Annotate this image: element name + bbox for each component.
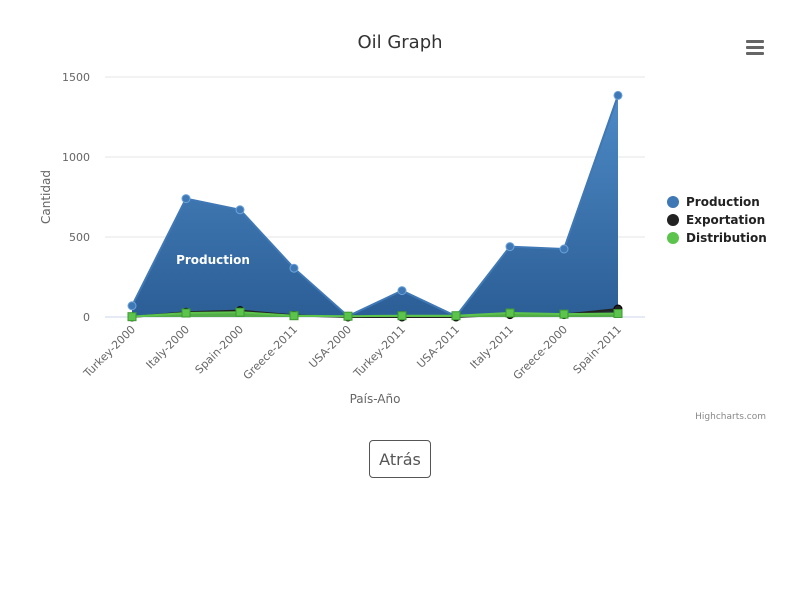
hamburger-menu-button[interactable]	[738, 32, 772, 60]
data-point-production[interactable]	[181, 194, 191, 204]
data-point-distribution[interactable]	[181, 308, 191, 318]
x-tick-label: Turkey-2011	[350, 323, 408, 381]
data-point-production[interactable]	[613, 90, 623, 100]
data-point-production[interactable]	[127, 301, 137, 311]
x-tick-label: Turkey-2000	[80, 323, 138, 381]
data-point-distribution[interactable]	[127, 312, 137, 322]
y-tick-label: 0	[83, 311, 90, 324]
series-area-production	[132, 95, 618, 318]
chart-title: Oil Graph	[357, 32, 442, 53]
production-data-label: Production	[176, 253, 250, 267]
data-point-production[interactable]	[235, 205, 245, 215]
x-tick-label: Italy-2000	[144, 323, 193, 372]
y-tick-label: 1500	[62, 71, 90, 84]
x-tick-label: Spain-2011	[571, 323, 625, 377]
data-point-production[interactable]	[505, 242, 515, 252]
legend-symbol-exportation[interactable]	[667, 214, 679, 226]
legend-item-production[interactable]: Production	[686, 195, 760, 209]
x-tick-label: Italy-2011	[468, 323, 517, 372]
legend-item-distribution[interactable]: Distribution	[686, 231, 767, 245]
legend: Production Exportation Distribution	[667, 195, 767, 245]
y-axis-ticks: 0 500 1000 1500	[62, 71, 90, 324]
legend-item-exportation[interactable]: Exportation	[686, 213, 765, 227]
legend-symbol-production[interactable]	[667, 196, 679, 208]
data-point-distribution[interactable]	[343, 311, 353, 321]
y-tick-label: 1000	[62, 151, 90, 164]
data-point-production[interactable]	[397, 286, 407, 296]
data-point-distribution[interactable]	[289, 311, 299, 321]
data-point-production[interactable]	[559, 244, 569, 254]
data-point-distribution[interactable]	[451, 311, 461, 321]
chart: Oil Graph 0 500 1000 1500 Cantidad Turkey-2…	[39, 32, 767, 422]
x-tick-label: Greece-2011	[241, 323, 300, 382]
series-group	[131, 95, 619, 318]
credits-link[interactable]: Highcharts.com	[695, 412, 766, 422]
legend-symbol-distribution[interactable]	[667, 232, 679, 244]
data-point-production[interactable]	[289, 263, 299, 273]
x-axis-ticks: Turkey-2000 Italy-2000 Spain-2000Greece-20…	[80, 323, 624, 382]
data-point-distribution[interactable]	[559, 309, 569, 319]
y-axis-title: Cantidad	[39, 170, 53, 224]
data-point-distribution[interactable]	[613, 308, 623, 318]
back-button[interactable]: Atrás	[369, 440, 431, 478]
x-tick-label: Spain-2000	[193, 323, 247, 377]
x-axis-title: País-Año	[350, 392, 401, 406]
x-tick-label: USA-2000	[306, 323, 354, 371]
data-point-distribution[interactable]	[505, 308, 515, 318]
x-tick-label: USA-2011	[414, 323, 462, 371]
y-tick-label: 500	[69, 231, 90, 244]
data-point-distribution[interactable]	[397, 311, 407, 321]
hamburger-menu-icon	[746, 40, 764, 58]
x-tick-label: Greece-2000	[511, 323, 570, 382]
data-point-distribution[interactable]	[235, 307, 245, 317]
